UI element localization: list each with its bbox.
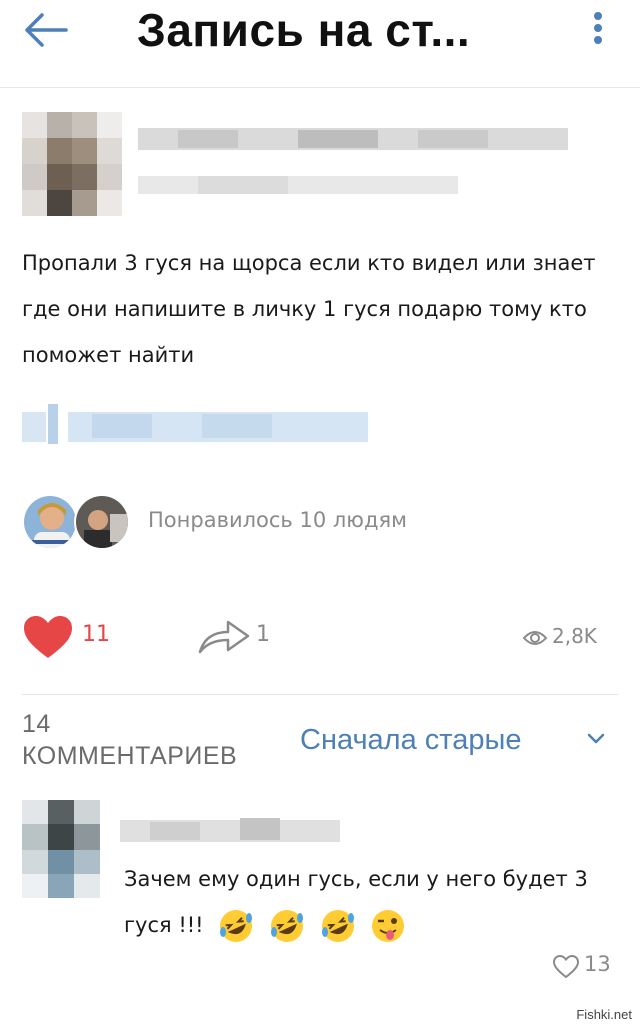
rolling-laughing-emoji [220,910,253,942]
watermark: Fishki.net [576,1007,632,1022]
like-button[interactable]: 11 [22,612,132,662]
divider [22,694,618,695]
more-vertical-icon [594,12,602,44]
comments-count-number: 14 [22,710,51,738]
views-counter: 2,8K [522,612,622,662]
comment-like-button[interactable]: 13 [550,950,620,982]
top-bar: Запись на ст... [0,0,640,88]
like-count: 11 [82,622,110,647]
comment-like-count: 13 [584,952,611,976]
liked-by-text[interactable]: Понравилось 10 людям [148,508,407,532]
comments-count: 14 КОММЕНТАРИЕВ [22,708,237,772]
sort-label: Сначала старые [300,724,522,756]
chevron-down-icon [587,733,605,744]
share-button[interactable]: 1 [196,612,296,662]
post-actions: 11 1 2,8K [22,612,622,662]
liked-by-row[interactable]: Понравилось 10 людям [22,494,482,554]
heart-filled-icon [24,616,72,658]
page-title: Запись на ст... [137,4,471,56]
arrow-left-icon [25,13,68,47]
liker-avatar[interactable] [22,494,78,550]
winking-tongue-emoji [372,910,405,942]
author-avatar[interactable] [22,112,122,216]
author-name-blurred[interactable] [138,118,568,198]
views-count: 2,8K [552,624,597,648]
post-link-blurred[interactable] [22,404,372,448]
share-count: 1 [256,622,270,647]
comment-body: Зачем ему один гусь, если у него будет 3… [124,867,588,937]
liker-avatar[interactable] [74,494,130,550]
more-menu-button[interactable] [586,10,610,50]
back-button[interactable] [18,8,74,52]
eye-icon [522,631,548,645]
comments-count-label: КОММЕНТАРИЕВ [22,742,238,770]
heart-outline-icon [552,954,580,979]
commenter-name-blurred[interactable] [120,816,340,846]
rolling-laughing-emoji [270,910,303,942]
sort-comments-dropdown[interactable]: Сначала старые [300,724,620,764]
comment-text: Зачем ему один гусь, если у него будет 3… [124,856,624,948]
rolling-laughing-emoji [321,910,354,942]
post-text: Пропали 3 гуся на щорса если кто видел и… [22,251,596,367]
commenter-avatar[interactable] [22,800,100,898]
share-arrow-icon [198,620,250,654]
